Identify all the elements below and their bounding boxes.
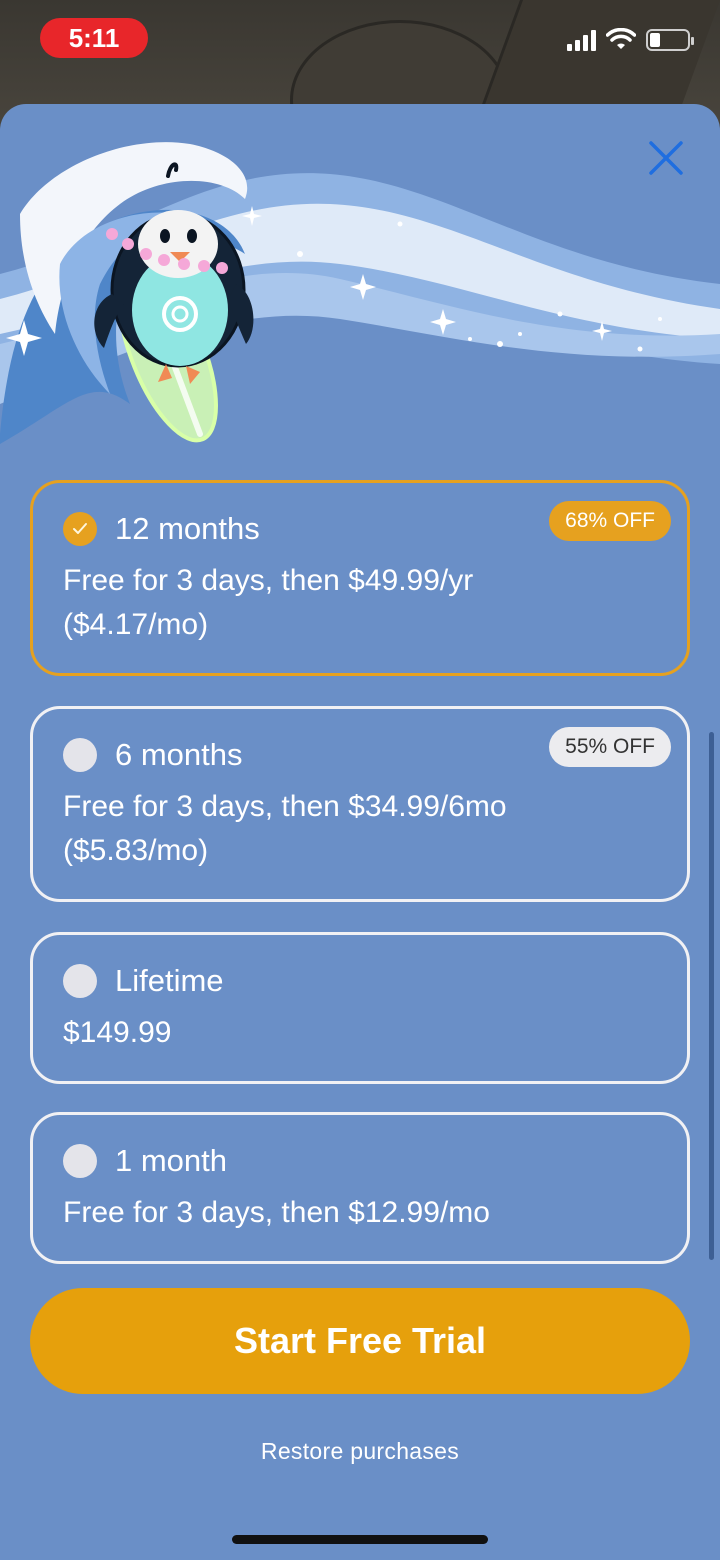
restore-purchases-link[interactable]: Restore purchases: [0, 1438, 720, 1465]
plan-option-1-month[interactable]: 1 month Free for 3 days, then $12.99/mo: [30, 1112, 690, 1264]
hero-illustration: [0, 142, 720, 444]
start-free-trial-button[interactable]: Start Free Trial: [30, 1288, 690, 1394]
plan-price-line: Free for 3 days, then $49.99/yr: [63, 564, 474, 597]
plan-price-line: $149.99: [63, 1016, 172, 1049]
status-time: 5:11: [40, 18, 148, 58]
plan-description: Free for 3 days, then $49.99/yr ($4.17/m…: [63, 559, 657, 647]
status-icons: [567, 26, 694, 54]
plan-option-12-months[interactable]: 12 months Free for 3 days, then $49.99/y…: [30, 480, 690, 676]
scrollbar[interactable]: [709, 732, 714, 1260]
unselected-radio: [63, 1144, 97, 1178]
plan-list: 12 months Free for 3 days, then $49.99/y…: [30, 480, 690, 1264]
plan-price-line: Free for 3 days, then $12.99/mo: [63, 1196, 490, 1229]
unselected-radio: [63, 738, 97, 772]
wifi-icon: [606, 28, 636, 49]
selected-radio: [63, 512, 97, 546]
unselected-radio: [63, 964, 97, 998]
plan-description: Free for 3 days, then $12.99/mo: [63, 1191, 657, 1235]
plan-title: 12 months: [115, 511, 260, 546]
home-indicator[interactable]: [232, 1535, 488, 1544]
plan-title: Lifetime: [115, 963, 224, 998]
discount-badge: 68% OFF: [549, 501, 671, 541]
cellular-signal-icon: [567, 29, 596, 51]
plan-title: 6 months: [115, 737, 243, 772]
plan-price-line: Free for 3 days, then $34.99/6mo: [63, 790, 507, 823]
status-bar: 5:11: [0, 0, 720, 80]
discount-badge: 55% OFF: [549, 727, 671, 767]
plan-option-lifetime[interactable]: Lifetime $149.99: [30, 932, 690, 1084]
close-button[interactable]: [646, 138, 686, 178]
check-icon: [73, 523, 87, 534]
plan-monthly-price: ($5.83/mo): [63, 834, 209, 867]
battery-icon: [646, 29, 694, 51]
paywall-sheet: 12 months Free for 3 days, then $49.99/y…: [0, 104, 720, 1560]
close-icon: [649, 141, 683, 175]
plan-title: 1 month: [115, 1143, 228, 1178]
plan-description: $149.99: [63, 1011, 657, 1055]
plan-description: Free for 3 days, then $34.99/6mo ($5.83/…: [63, 785, 657, 873]
plan-monthly-price: ($4.17/mo): [63, 608, 209, 641]
plan-option-6-months[interactable]: 6 months Free for 3 days, then $34.99/6m…: [30, 706, 690, 902]
